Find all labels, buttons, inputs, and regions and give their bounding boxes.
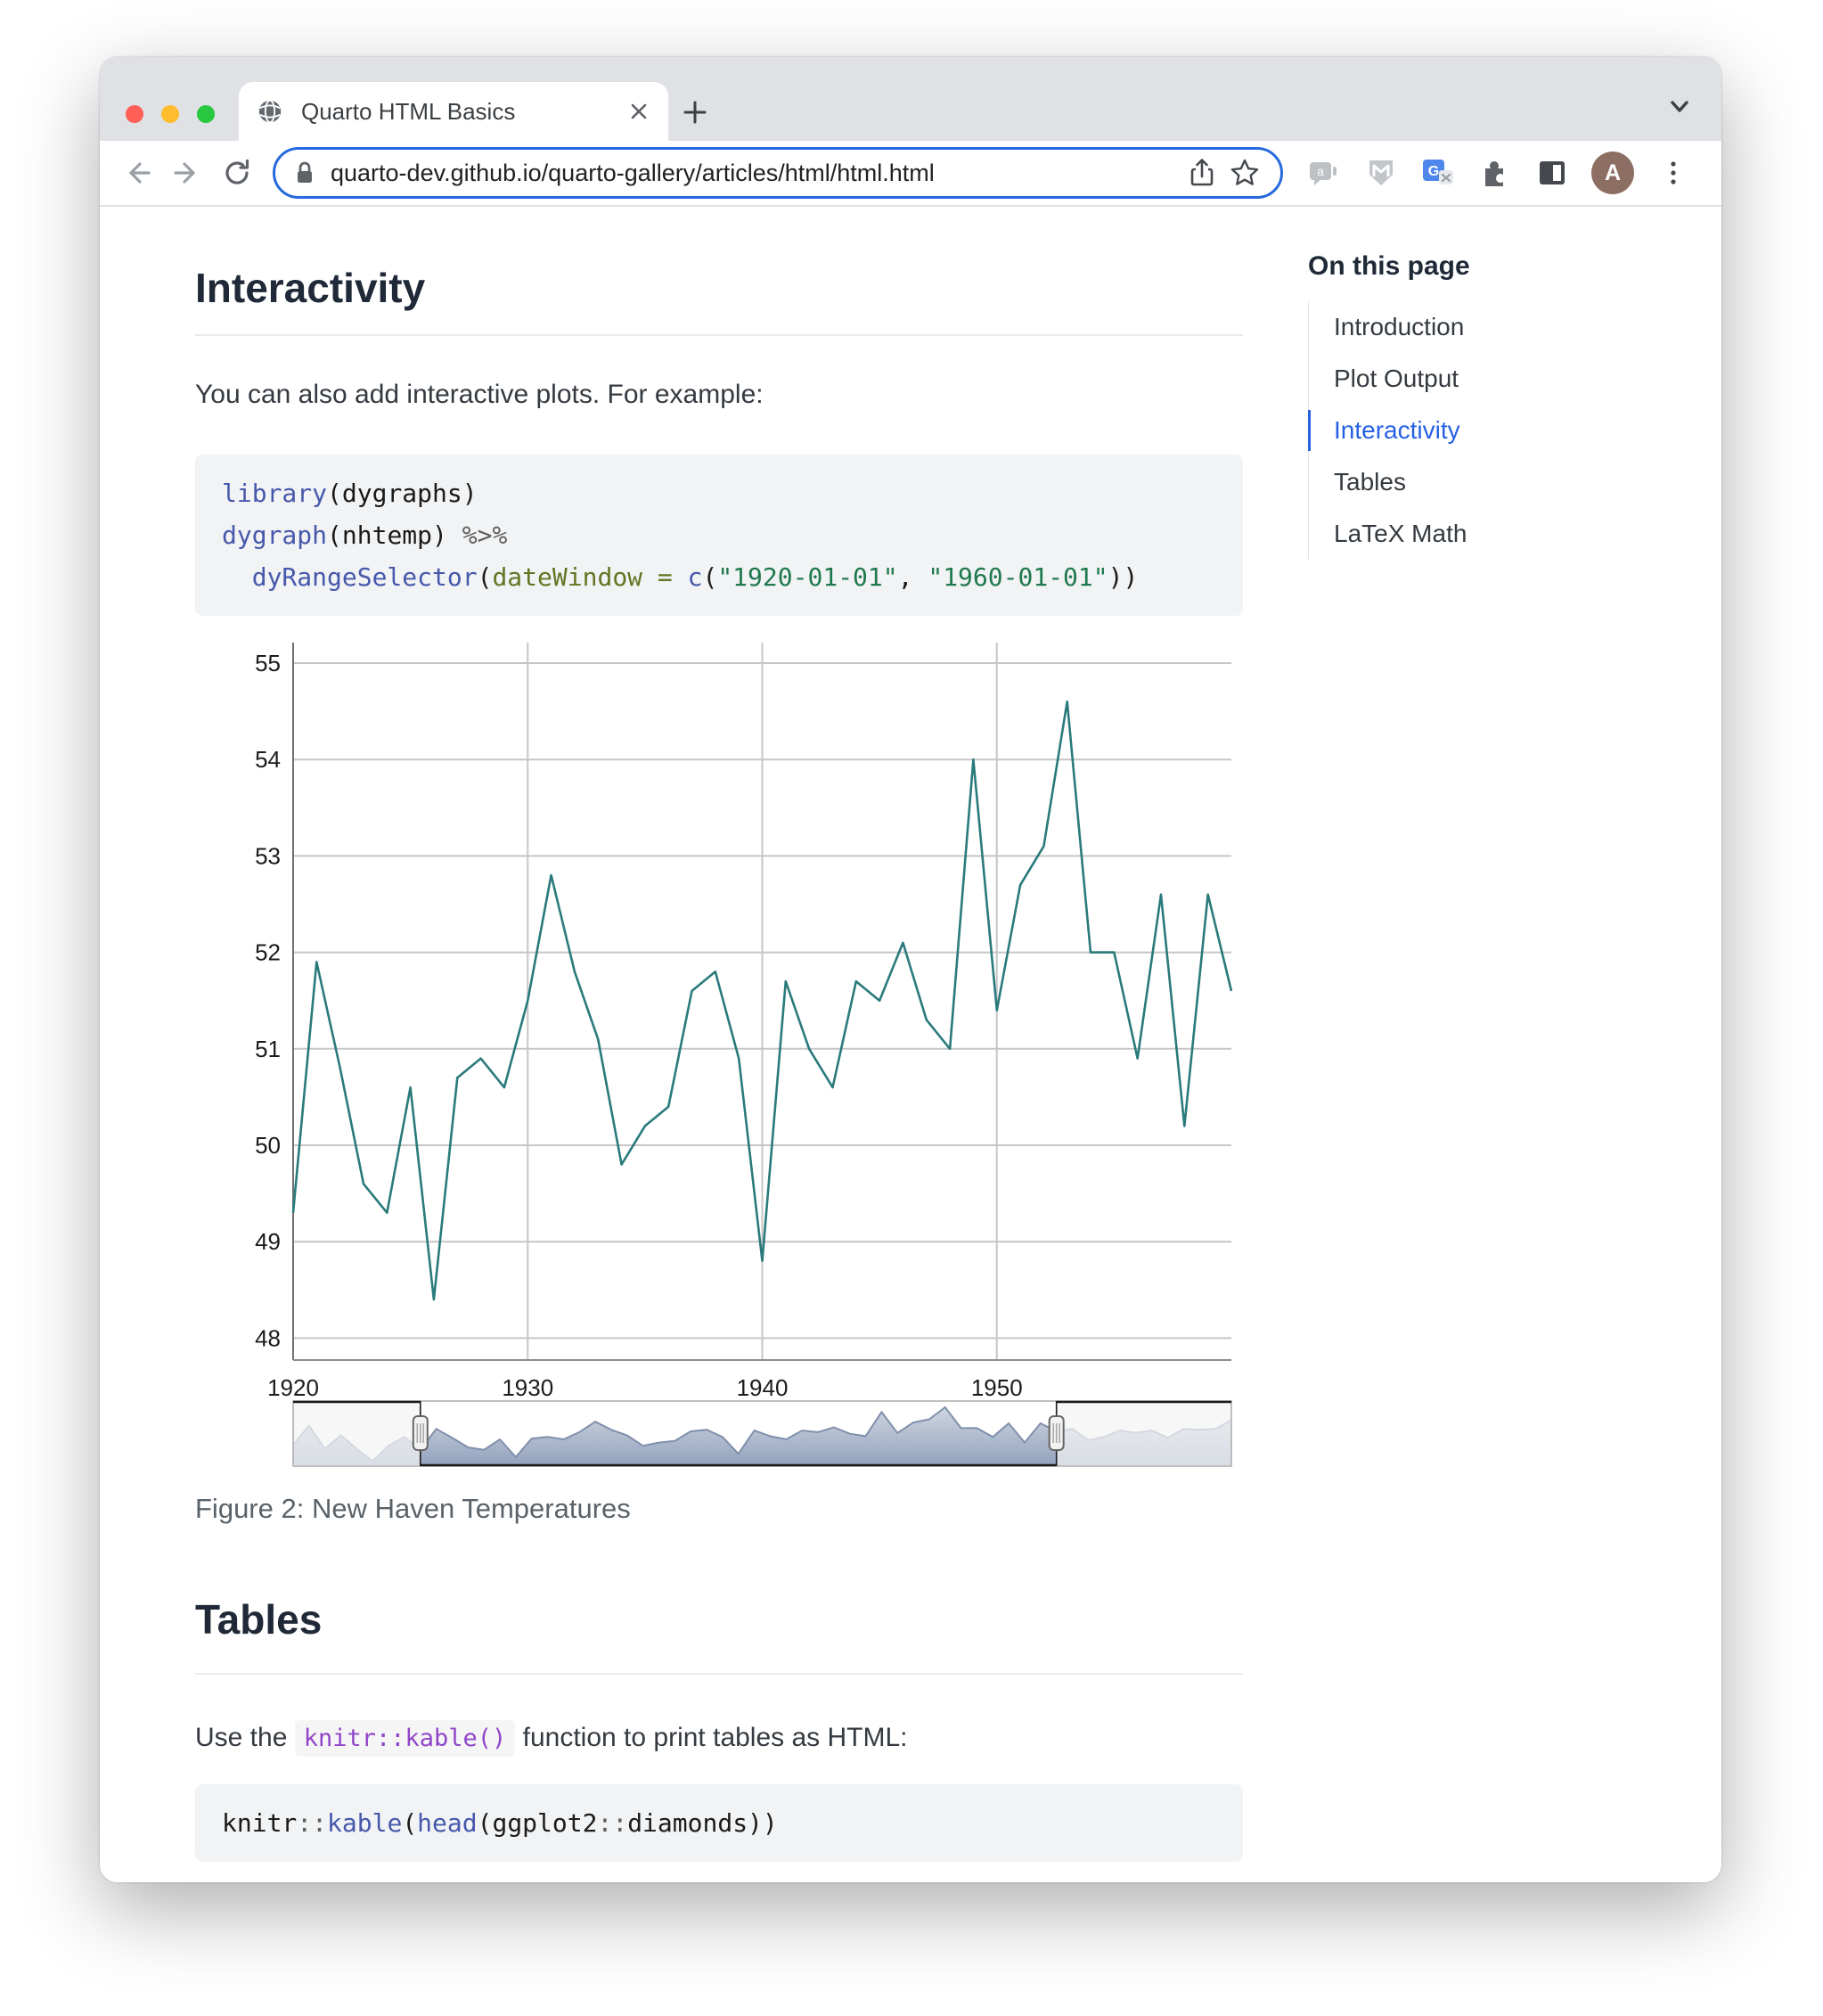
tab-close-icon[interactable] — [627, 100, 650, 123]
heading-divider — [195, 334, 1243, 336]
svg-text:53: 53 — [255, 842, 281, 869]
url-text[interactable]: quarto-dev.github.io/quarto-gallery/arti… — [331, 160, 1181, 187]
svg-text:1950: 1950 — [971, 1374, 1023, 1401]
inline-code-kable: knitr::kable() — [294, 1720, 516, 1757]
svg-text:55: 55 — [255, 650, 281, 676]
extensions-puzzle-icon[interactable] — [1477, 155, 1513, 191]
toc-item-interactivity[interactable]: Interactivity — [1307, 405, 1629, 456]
toc-title: On this page — [1308, 251, 1470, 281]
kable-text-before: Use the — [195, 1723, 295, 1752]
close-window-button[interactable] — [126, 105, 143, 123]
shield-m-extension-icon[interactable] — [1363, 155, 1399, 191]
figure-caption: Figure 2: New Haven Temperatures — [195, 1493, 631, 1524]
svg-text:54: 54 — [255, 746, 281, 773]
google-translate-extension-icon[interactable]: G — [1420, 155, 1456, 191]
https-lock-icon[interactable] — [291, 159, 318, 187]
chat-extension-icon[interactable]: a — [1306, 155, 1342, 191]
toc-item-plot-output[interactable]: Plot Output — [1309, 353, 1629, 405]
svg-text:G: G — [1428, 164, 1439, 179]
tab-strip: Quarto HTML Basics — [100, 57, 1721, 141]
profile-avatar[interactable]: A — [1591, 152, 1634, 194]
toc-list: Introduction Plot Output Interactivity T… — [1307, 301, 1629, 560]
svg-text:a: a — [1317, 164, 1324, 178]
search-tabs-chevron-icon[interactable] — [1664, 96, 1695, 118]
on-this-page-toc: On this page Introduction Plot Output In… — [1307, 251, 1629, 560]
bookmark-star-icon[interactable] — [1223, 153, 1266, 193]
browser-window: Quarto HTML Basics quarto-dev.github.io/… — [100, 57, 1721, 1882]
kable-text-after: function to print tables as HTML: — [515, 1723, 908, 1752]
section-heading-tables: Tables — [195, 1596, 323, 1643]
page-content: Interactivity You can also add interacti… — [100, 209, 1721, 1882]
dygraph-plot-svg[interactable]: 48 49 50 51 52 53 54 55 1920 1930 1940 1950 — [195, 625, 1243, 1471]
svg-text:51: 51 — [255, 1036, 281, 1062]
browser-tab[interactable]: Quarto HTML Basics — [239, 82, 668, 141]
url-address-bar[interactable]: quarto-dev.github.io/quarto-gallery/arti… — [273, 147, 1283, 199]
extensions-row: a G A — [1306, 152, 1691, 194]
toc-item-introduction[interactable]: Introduction — [1309, 301, 1629, 353]
share-icon[interactable] — [1181, 153, 1223, 193]
svg-text:50: 50 — [255, 1132, 281, 1159]
dygraph-chart[interactable]: 48 49 50 51 52 53 54 55 1920 1930 1940 1950 — [195, 625, 1243, 1471]
zoom-window-button[interactable] — [197, 105, 215, 123]
svg-text:48: 48 — [255, 1324, 281, 1351]
back-button[interactable] — [112, 148, 162, 198]
kebab-menu-icon[interactable] — [1655, 155, 1691, 191]
kable-paragraph: Use the knitr::kable() function to print… — [195, 1719, 1243, 1758]
forward-button[interactable] — [162, 148, 212, 198]
svg-text:1920: 1920 — [267, 1374, 319, 1401]
section-heading-interactivity: Interactivity — [195, 265, 426, 311]
svg-text:1930: 1930 — [502, 1374, 553, 1401]
svg-text:52: 52 — [255, 939, 281, 966]
svg-text:1940: 1940 — [737, 1374, 789, 1401]
globe-favicon-icon — [257, 98, 283, 125]
code-block-dygraph: library(dygraphs) dygraph(nhtemp) %>% dy… — [195, 455, 1243, 616]
svg-text:49: 49 — [255, 1228, 281, 1255]
article-main-column: Interactivity You can also add interacti… — [195, 209, 1243, 1862]
new-tab-button[interactable] — [677, 94, 713, 130]
heading-divider-tables — [195, 1673, 1243, 1675]
side-panel-icon[interactable] — [1534, 155, 1570, 191]
toc-item-tables[interactable]: Tables — [1309, 456, 1629, 508]
code-block-kable: knitr::kable(head(ggplot2::diamonds)) — [195, 1784, 1243, 1862]
tab-title: Quarto HTML Basics — [301, 97, 516, 125]
minimize-window-button[interactable] — [161, 105, 179, 123]
toc-item-latex-math[interactable]: LaTeX Math — [1309, 508, 1629, 560]
browser-toolbar: quarto-dev.github.io/quarto-gallery/arti… — [100, 141, 1721, 207]
reload-button[interactable] — [212, 148, 262, 198]
intro-paragraph: You can also add interactive plots. For … — [195, 380, 764, 409]
